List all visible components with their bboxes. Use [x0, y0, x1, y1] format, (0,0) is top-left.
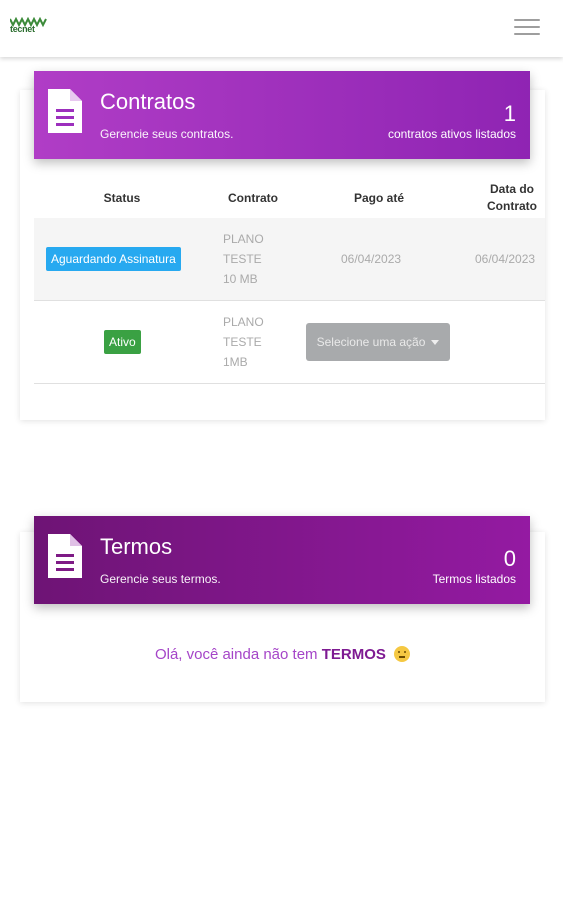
column-header-data-contrato[interactable]: Data do Contrato [472, 178, 545, 218]
logo-text: tecnet [10, 24, 35, 34]
contracts-table: Status Contrato Pago até Data do Contrat… [34, 178, 545, 388]
terms-subtitle: Gerencie seus termos. [100, 572, 221, 586]
document-icon [48, 89, 82, 133]
contract-date-value: 06/04/2023 [475, 252, 536, 266]
hamburger-menu-icon[interactable] [514, 19, 540, 37]
column-header-pago-ate[interactable]: Pago até [296, 178, 462, 218]
plan-name-line: TESTE [223, 335, 262, 349]
paid-until-value: 06/04/2023 [341, 252, 402, 266]
plan-name-line: PLANO [223, 232, 264, 246]
action-select-button[interactable]: Selecione uma ação [306, 323, 450, 361]
plan-name-line: 1MB [223, 355, 248, 369]
terms-empty-message: Olá, você ainda não tem TERMOS [20, 646, 545, 663]
status-badge: Aguardando Assinatura [46, 247, 181, 271]
confused-face-icon [394, 646, 411, 662]
terms-header: Termos Gerencie seus termos. 0 Termos li… [34, 516, 530, 604]
table-row: Aguardando Assinatura PLANO TESTE 10 MB … [34, 218, 545, 301]
table-row: Ativo PLANO TESTE 1MB Selecione uma ação [34, 301, 545, 384]
top-bar: tecnet [0, 0, 563, 57]
plan-name-line: TESTE [223, 252, 262, 266]
terms-title: Termos [100, 534, 173, 559]
terms-empty-text: Olá, você ainda não tem [154, 646, 322, 663]
contracts-subtitle: Gerencie seus contratos. [100, 127, 234, 141]
contracts-count-label: contratos ativos listados [387, 127, 516, 141]
terms-count-label: Termos listados [432, 572, 516, 586]
plan-name-line: PLANO [223, 315, 264, 329]
contracts-title: Contratos [100, 89, 196, 114]
terms-empty-strong: TERMOS [321, 646, 386, 663]
column-header-contrato[interactable]: Contrato [210, 178, 296, 218]
caret-down-icon [431, 339, 440, 345]
plan-name-line: 10 MB [223, 272, 258, 286]
tecnet-logo[interactable]: tecnet [9, 14, 48, 40]
contracts-header: Contratos Gerencie seus contratos. 1 con… [34, 71, 530, 159]
terms-count: 0 [503, 546, 516, 571]
document-icon [48, 534, 82, 578]
contracts-count: 1 [503, 101, 516, 126]
column-header-status[interactable]: Status [34, 178, 210, 218]
action-select-label: Selecione uma ação [316, 335, 426, 349]
status-badge: Ativo [104, 330, 141, 354]
